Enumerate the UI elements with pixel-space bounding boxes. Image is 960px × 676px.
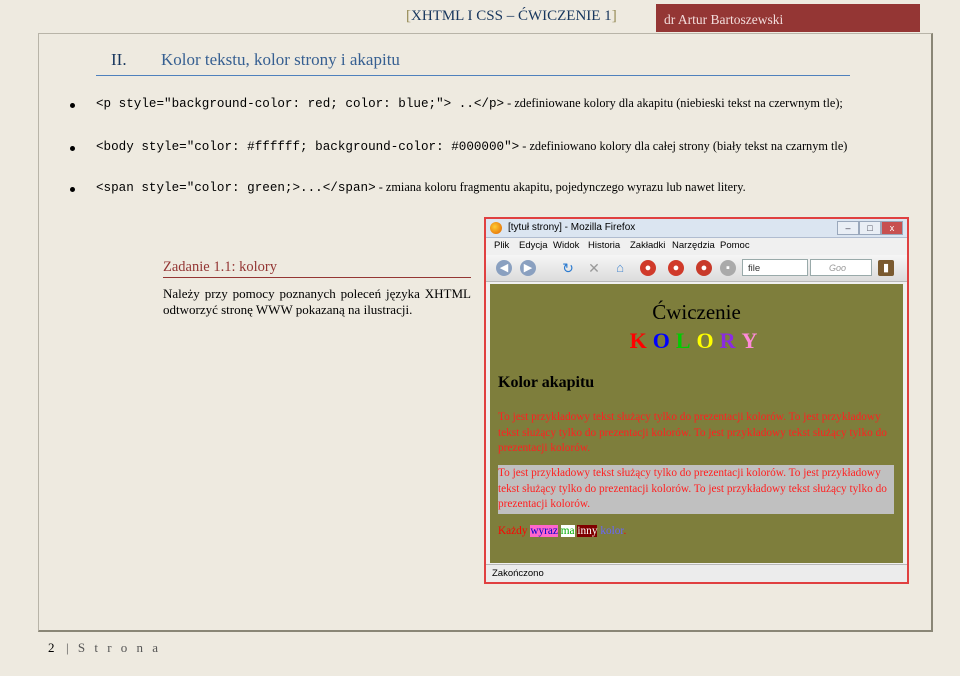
colored-letter: Y	[741, 328, 760, 353]
browser-page-content: Ćwiczenie KOLORY Kolor akapitu To jest p…	[490, 284, 903, 563]
red-paragraph-grey-bg: To jest przykładowy tekst służący tylko …	[498, 465, 894, 514]
home-icon: ⌂	[616, 260, 624, 275]
stop-icon: ✕	[588, 260, 600, 276]
reload-icon: ↻	[562, 260, 574, 276]
maximize-icon: □	[859, 221, 881, 235]
section-underline	[96, 75, 850, 76]
menu-item: Zakładki	[630, 240, 666, 251]
colored-word: wyraz	[530, 525, 558, 537]
colored-word: .	[623, 525, 627, 537]
colored-letter: O	[652, 328, 672, 353]
bullet-dot	[70, 146, 75, 151]
browser-search-box: Goo	[810, 259, 872, 276]
colored-word: kolor	[600, 525, 624, 537]
menu-item: Pomoc	[720, 240, 750, 251]
task-underline	[163, 277, 471, 278]
minimize-icon: –	[837, 221, 859, 235]
forward-icon: ▶	[520, 260, 536, 276]
bullet-text: - zmiana koloru fragmentu akapitu, pojed…	[375, 180, 746, 194]
colored-letter: L	[675, 328, 693, 353]
header-bracket-close: ]	[611, 8, 617, 24]
page-icon: ▪	[720, 260, 736, 276]
header-author: dr Artur Bartoszewski	[656, 4, 920, 32]
colored-word: ma	[560, 525, 575, 537]
addon-icon: ●	[668, 260, 684, 276]
colored-word: inny	[577, 525, 598, 537]
back-icon: ◀	[496, 260, 512, 276]
bullet-item-2: <body style="color: #ffffff; background-…	[96, 138, 856, 156]
colored-letter: O	[696, 328, 716, 353]
bullet-text: - zdefiniowano kolory dla całej strony (…	[519, 139, 848, 153]
browser-url-bar: file	[742, 259, 808, 276]
section-number: II.	[111, 50, 127, 69]
browser-titlebar: [tytuł strony] - Mozilla Firefox – □ x	[486, 219, 907, 238]
task-title: Zadanie 1.1: kolory	[163, 259, 277, 275]
bookmark-icon: ▮	[878, 260, 894, 276]
header-title-text: XHTML I CSS – ĆWICZENIE 1	[411, 8, 612, 24]
colored-letter: R	[719, 328, 738, 353]
colored-word: Każdy	[498, 525, 528, 537]
bullet-item-1: <p style="background-color: red; color: …	[96, 95, 856, 113]
document-header-title: [XHTML I CSS – ĆWICZENIE 1]	[406, 8, 617, 25]
page-label: | S t r o n a	[66, 640, 162, 655]
browser-status-bar: Zakończono	[486, 564, 907, 582]
bullet-code: <span style="color: green;>...</span>	[96, 181, 376, 195]
browser-toolbar: ◀ ▶ ↻ ✕ ⌂ ● ● ● ▪ file Goo ▮	[486, 255, 907, 282]
menu-item: Edycja	[519, 240, 548, 251]
bullet-dot	[70, 103, 75, 108]
colored-words-line: Każdy wyraz ma inny kolor.	[498, 524, 894, 540]
bullet-dot	[70, 187, 75, 192]
page-number: 2	[48, 640, 55, 655]
bullet-item-3: <span style="color: green;>...</span> - …	[96, 179, 856, 197]
addon-icon: ●	[696, 260, 712, 276]
addon-icon: ●	[640, 260, 656, 276]
firefox-logo-icon	[490, 222, 502, 234]
bullet-code: <body style="color: #ffffff; background-…	[96, 140, 520, 154]
menu-item: Historia	[588, 240, 621, 251]
section-title: Kolor tekstu, kolor strony i akapitu	[161, 50, 400, 69]
bullet-code: <p style="background-color: red; color: …	[96, 97, 505, 111]
page-title: Ćwiczenie	[652, 300, 741, 324]
bullet-text: - zdefiniowane kolory dla akapitu (niebi…	[504, 96, 843, 110]
menu-item: Plik	[494, 240, 510, 251]
close-icon: x	[881, 221, 903, 235]
colored-letter: K	[629, 328, 649, 353]
colored-title: KOLORY	[490, 328, 903, 354]
red-paragraph: To jest przykładowy tekst służący tylko …	[498, 411, 887, 454]
task-text: Należy przy pomocy poznanych poleceń jęz…	[163, 286, 471, 317]
browser-screenshot: [tytuł strony] - Mozilla Firefox – □ x P…	[484, 217, 909, 584]
browser-menubar: Plik Edycja Widok Historia Zakładki Narz…	[486, 238, 907, 254]
menu-item: Widok	[553, 240, 580, 251]
menu-item: Narzędzia	[672, 240, 715, 251]
page-heading: Kolor akapitu	[498, 374, 595, 391]
browser-window-title: [tytuł strony] - Mozilla Firefox	[508, 222, 636, 233]
